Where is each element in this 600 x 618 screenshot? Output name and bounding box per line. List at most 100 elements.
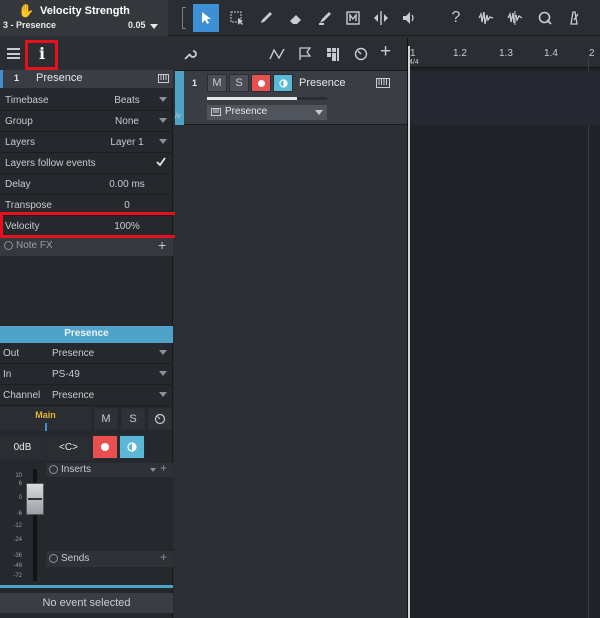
ruler-mark: 1 xyxy=(410,48,416,59)
audio-bend-icon[interactable] xyxy=(473,4,499,32)
track-record-button[interactable] xyxy=(251,74,271,92)
chord-grid-icon[interactable] xyxy=(326,47,340,64)
monitor-icon xyxy=(278,78,288,88)
power-icon[interactable] xyxy=(49,465,58,474)
channel-solo-button[interactable]: S xyxy=(121,408,145,430)
paint-tool-icon[interactable] xyxy=(312,4,338,32)
channel-value[interactable]: Presence xyxy=(52,390,94,401)
transpose-label: Transpose xyxy=(5,199,52,211)
meter-tick: -6 xyxy=(16,511,22,517)
keyboard-icon xyxy=(211,108,221,119)
add-icon[interactable]: + xyxy=(158,237,166,253)
pan-value[interactable]: <C> xyxy=(46,436,91,460)
chevron-down-icon[interactable] xyxy=(315,110,323,115)
ruler-mark: 2 xyxy=(589,48,595,59)
inspector-panel: i 1 Presence Timebase Beats Group None L… xyxy=(0,38,178,618)
main-label-box: Main xyxy=(0,407,91,431)
out-value[interactable]: Presence xyxy=(52,348,94,359)
ruler-mark: 1.3 xyxy=(499,48,513,59)
chevron-down-icon[interactable] xyxy=(150,468,156,472)
main-label: Main xyxy=(35,410,56,420)
chevron-down-icon[interactable] xyxy=(159,118,167,123)
split-tool-icon[interactable] xyxy=(368,4,394,32)
checkmark-icon[interactable] xyxy=(155,156,167,171)
app-window: ✋ Velocity Strength 3 - Presence 0.05 ? … xyxy=(0,0,600,618)
timeline-ruler[interactable]: 1 1.2 1.3 1.4 2 4/4 xyxy=(408,38,600,68)
chevron-down-icon[interactable] xyxy=(159,350,167,355)
timebase-row[interactable]: Timebase Beats xyxy=(0,90,173,111)
inspector-track-row[interactable]: 1 Presence xyxy=(0,70,173,88)
power-icon[interactable] xyxy=(4,241,13,250)
power-icon[interactable] xyxy=(49,554,58,563)
volume-fader[interactable] xyxy=(26,483,44,515)
out-row[interactable]: Out Presence xyxy=(0,343,173,364)
track-list xyxy=(175,71,407,618)
arrow-tool-icon[interactable] xyxy=(193,4,219,32)
parameter-value[interactable]: 0.05 xyxy=(128,20,146,30)
meter-tick: -48 xyxy=(13,563,22,569)
eraser-tool-icon[interactable] xyxy=(283,4,309,32)
add-track-icon[interactable]: + xyxy=(380,41,391,63)
instrument-selector[interactable]: Presence xyxy=(207,105,327,120)
channel-label: Channel xyxy=(3,389,41,401)
menu-icon[interactable] xyxy=(7,48,20,59)
channel-clock-icon[interactable] xyxy=(148,408,172,430)
layers-follow-row[interactable]: Layers follow events xyxy=(0,153,173,174)
chevron-down-icon[interactable] xyxy=(159,371,167,376)
range-tool-icon[interactable] xyxy=(224,4,250,32)
inspector-track-number: 1 xyxy=(14,73,20,83)
status-bar: No event selected xyxy=(0,593,173,613)
in-value[interactable]: PS-49 xyxy=(52,369,80,380)
transpose-value[interactable]: 0 xyxy=(82,200,172,211)
layers-row[interactable]: Layers Layer 1 xyxy=(0,132,173,153)
track-mute-button[interactable]: M xyxy=(207,74,227,92)
delay-value[interactable]: 0.00 ms xyxy=(82,179,172,190)
tempo-icon[interactable] xyxy=(354,47,368,64)
pencil-tool-icon[interactable] xyxy=(253,4,279,32)
inspector-track-name: Presence xyxy=(36,72,83,84)
metronome-icon[interactable] xyxy=(561,4,587,32)
quantize-icon[interactable] xyxy=(532,4,558,32)
chevron-down-icon[interactable] xyxy=(159,97,167,102)
help-icon[interactable]: ? xyxy=(443,4,469,32)
inserts-header[interactable]: Inserts + xyxy=(46,461,173,477)
track-name[interactable]: Presence xyxy=(299,77,345,89)
track-header[interactable]: 1 M S Presence Presence xyxy=(175,71,407,125)
ruler-mark: 1.2 xyxy=(453,48,467,59)
channel-mute-button[interactable]: M xyxy=(94,408,118,430)
keyboard-icon xyxy=(376,78,390,91)
arrangement-view[interactable]: 1 1.2 1.3 1.4 2 4/4 xyxy=(407,38,600,618)
in-row[interactable]: In PS-49 xyxy=(0,364,173,385)
chevron-down-icon[interactable] xyxy=(159,139,167,144)
mute-tool-icon[interactable] xyxy=(340,4,366,32)
channel-header: Presence xyxy=(0,326,173,343)
wrench-icon[interactable] xyxy=(183,47,197,64)
gain-value[interactable]: 0dB xyxy=(0,436,45,460)
marker-flag-icon[interactable] xyxy=(298,47,312,64)
track-volume-fill xyxy=(207,97,297,100)
group-row[interactable]: Group None xyxy=(0,111,173,132)
note-fx-row[interactable]: Note FX + xyxy=(0,237,173,256)
add-icon[interactable]: + xyxy=(160,461,167,475)
track-monitor-button[interactable] xyxy=(273,74,293,92)
chevron-down-icon[interactable] xyxy=(150,24,158,29)
note-fx-label: Note FX xyxy=(16,240,53,251)
chevron-down-icon[interactable] xyxy=(159,392,167,397)
velocity-highlight xyxy=(0,212,178,238)
channel-record-button[interactable] xyxy=(92,435,118,459)
listen-tool-icon[interactable] xyxy=(396,4,422,32)
add-icon[interactable]: + xyxy=(160,550,167,564)
audio-bend-split-icon[interactable] xyxy=(502,4,528,32)
meter-tick: -12 xyxy=(13,523,22,529)
channel-row[interactable]: Channel Presence xyxy=(0,385,173,406)
layers-label: Layers xyxy=(5,136,36,148)
track-solo-button[interactable]: S xyxy=(229,74,249,92)
sends-header[interactable]: Sends + xyxy=(46,550,173,567)
inserts-label: Inserts xyxy=(61,464,92,475)
track-volume-slider[interactable] xyxy=(207,97,327,100)
top-toolbar: ✋ Velocity Strength 3 - Presence 0.05 ? xyxy=(0,0,600,36)
channel-monitor-button[interactable] xyxy=(119,435,145,459)
meter-tick: -24 xyxy=(13,537,22,543)
delay-row[interactable]: Delay 0.00 ms xyxy=(0,174,173,195)
automation-icon[interactable] xyxy=(269,47,285,64)
